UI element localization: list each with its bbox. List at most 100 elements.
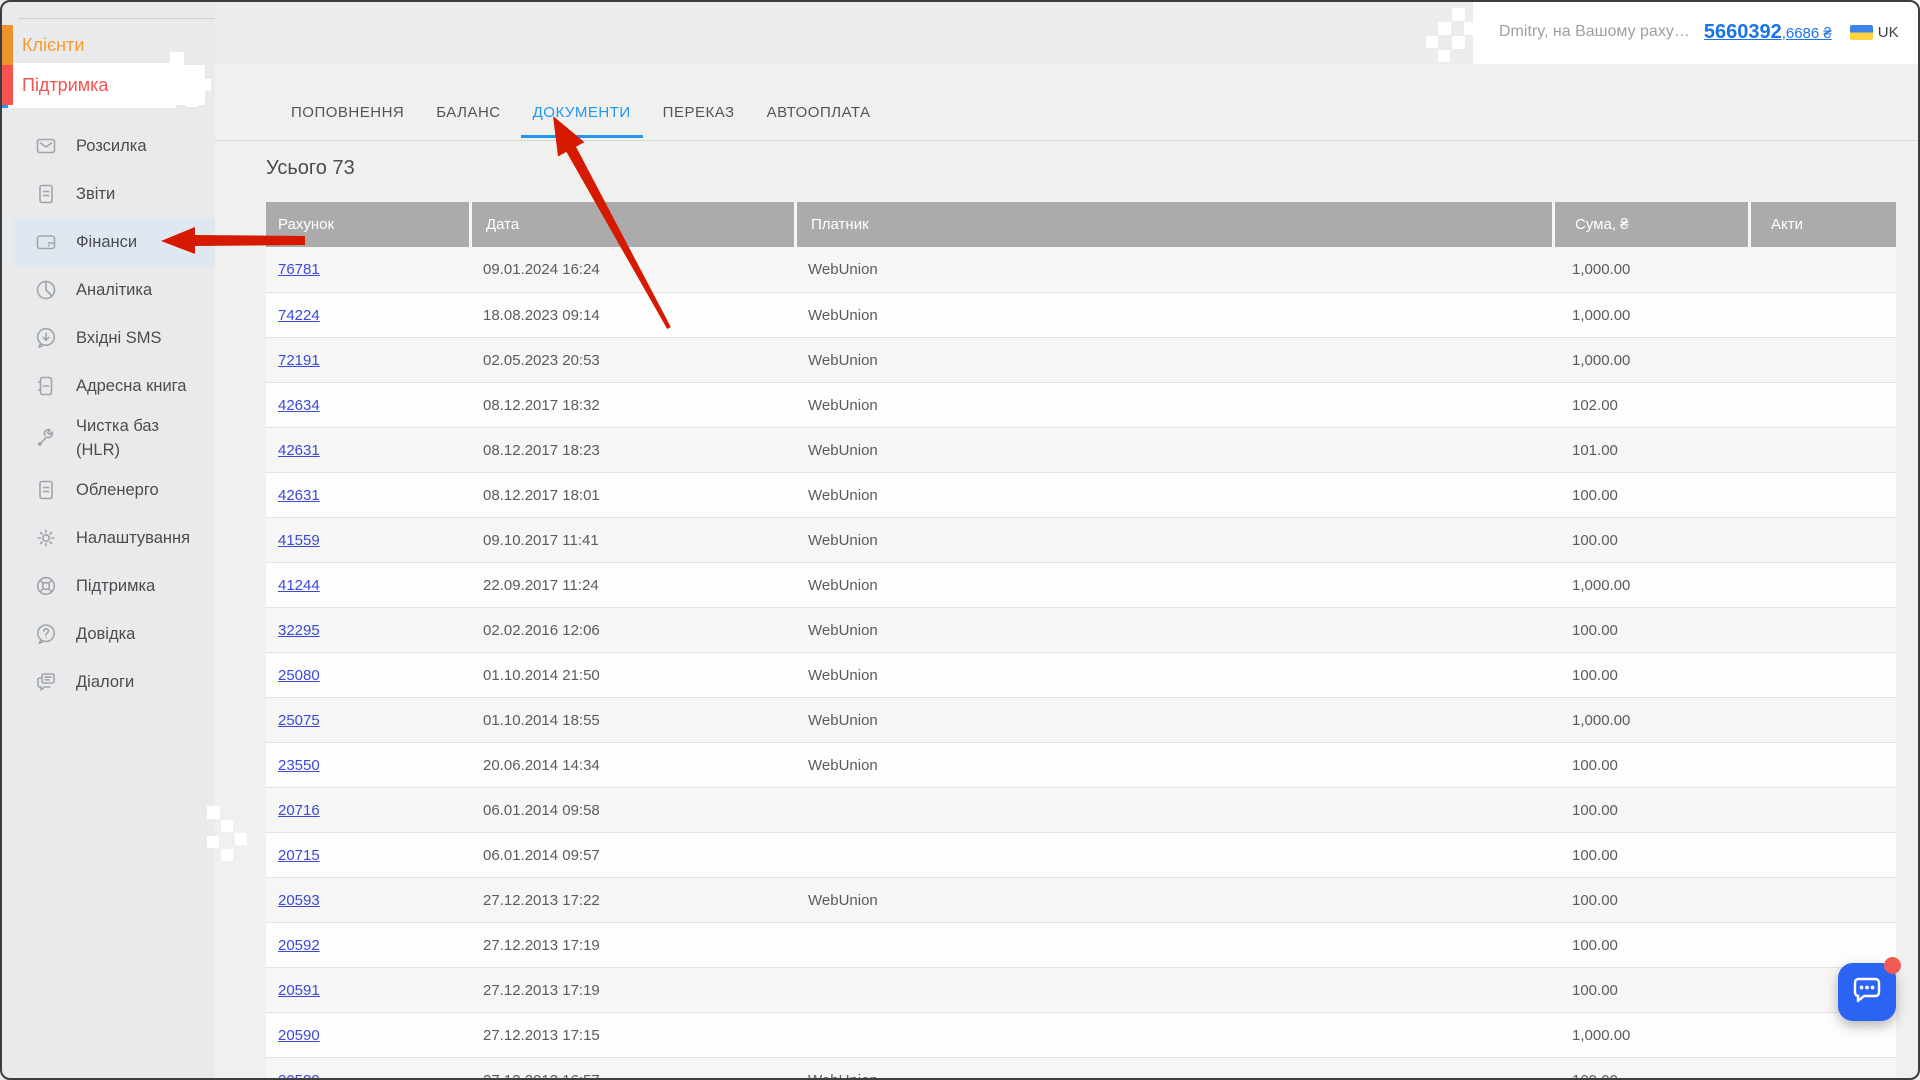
pixel-decoration: [1452, 36, 1465, 49]
date-cell: 02.05.2023 20:53: [483, 351, 600, 369]
topbar-account-panel: Dmitry, на Вашому раху… 5660392,6686 ₴ U…: [1473, 0, 1920, 64]
account-link[interactable]: 20590: [278, 1027, 320, 1044]
amount-cell: 100.00: [1572, 936, 1618, 954]
sidebar-item-label: Аналітика: [76, 281, 153, 299]
sidebar-item-nalashtuvannia[interactable]: Налаштування: [0, 514, 215, 562]
account-link[interactable]: 42634: [278, 397, 320, 414]
account-link[interactable]: 25075: [278, 712, 320, 729]
balance-link[interactable]: 5660392,6686 ₴: [1704, 21, 1832, 44]
tab-balans[interactable]: БАЛАНС: [424, 90, 512, 138]
amount-cell: 100.00: [1572, 531, 1618, 549]
payer-cell: WebUnion: [808, 441, 878, 459]
sidebar-item-label: Діалоги: [76, 673, 135, 691]
date-cell: 08.12.2017 18:01: [483, 486, 600, 504]
sidebar: SMS Розсилка Звіти Фінанси Аналітика Вхі…: [0, 0, 247, 1080]
payer-cell: WebUnion: [808, 486, 878, 504]
table-row: 20715 06.01.2014 09:57 100.00: [266, 832, 1896, 877]
sidebar-item-adresna-knyha[interactable]: Адресна книга: [0, 362, 215, 410]
table-row: 42634 08.12.2017 18:32 WebUnion 102.00: [266, 382, 1896, 427]
sidebar-item-zvity[interactable]: Звіти: [0, 170, 215, 218]
table-row: 41244 22.09.2017 11:24 WebUnion 1,000.00: [266, 562, 1896, 607]
amount-cell: 1,000.00: [1572, 261, 1631, 278]
tab-popovnennia[interactable]: ПОПОВНЕННЯ: [279, 90, 416, 138]
date-cell: 06.01.2014 09:58: [483, 801, 600, 819]
table-row: 20591 27.12.2013 17:19 100.00: [266, 967, 1896, 1012]
account-link[interactable]: 74224: [278, 307, 320, 324]
account-link[interactable]: 20593: [278, 892, 320, 909]
ukraine-flag-icon: [1849, 24, 1873, 40]
account-link[interactable]: 32295: [278, 622, 320, 639]
table-header-row: Рахунок Дата Платник Сума, ₴ Акти: [266, 202, 1896, 247]
account-link[interactable]: 20592: [278, 937, 320, 954]
chat-widget-button[interactable]: [1838, 957, 1901, 1021]
table-row: 20716 06.01.2014 09:58 100.00: [266, 787, 1896, 832]
total-count-label: Усього 73: [266, 157, 355, 179]
logout-power-icon[interactable]: [1915, 20, 1920, 44]
account-link[interactable]: 20591: [278, 982, 320, 999]
pixel-decoration: [207, 836, 219, 848]
date-cell: 22.09.2017 11:24: [483, 576, 599, 594]
amount-cell: 100.00: [1572, 981, 1618, 999]
table-row: 74224 18.08.2023 09:14 WebUnion 1,000.00: [266, 292, 1896, 337]
sidebar-item-label: Розсилка: [76, 137, 147, 155]
date-cell: 02.02.2016 12:06: [483, 621, 600, 639]
user-greeting: Dmitry, на Вашому раху…: [1499, 23, 1690, 40]
payer-cell: WebUnion: [808, 531, 878, 549]
account-link[interactable]: 20589: [278, 1072, 320, 1079]
amount-cell: 100.00: [1572, 846, 1618, 864]
sidebar-nav: Розсилка Звіти Фінанси Аналітика Вхідні …: [0, 122, 215, 706]
table-row: 20589 27.12.2013 16:57 WebUnion 100.00: [266, 1057, 1896, 1079]
envelope-icon: [34, 134, 58, 158]
payer-cell: WebUnion: [808, 576, 878, 594]
amount-cell: 1,000.00: [1572, 306, 1631, 324]
pixel-decoration: [1464, 22, 1477, 35]
account-link[interactable]: 41244: [278, 577, 320, 594]
pixel-decoration: [1438, 50, 1450, 62]
topbar: Dmitry, на Вашому раху… 5660392,6686 ₴ U…: [215, 0, 1920, 64]
help-bubble-icon: [34, 622, 58, 646]
amount-cell: 100.00: [1572, 756, 1618, 774]
language-selector[interactable]: UK: [1878, 24, 1899, 41]
table-row: 20590 27.12.2013 17:15 1,000.00: [266, 1012, 1896, 1057]
address-book-icon: [34, 374, 58, 398]
annotation-arrow-finance: [161, 227, 305, 254]
amount-cell: 101.00: [1572, 441, 1618, 459]
sidebar-footer-item-label: Підтримка: [22, 74, 109, 95]
sidebar-item-pidtrymka[interactable]: Підтримка: [0, 562, 215, 610]
gear-icon: [34, 526, 58, 550]
sidebar-item-label: Підтримка: [76, 577, 156, 595]
tab-avtooplata[interactable]: АВТООПЛАТА: [755, 90, 883, 138]
account-link[interactable]: 41559: [278, 532, 320, 549]
sidebar-item-oblenergo[interactable]: Обленерго: [0, 466, 215, 514]
sidebar-footer-item-label: Клієнти: [22, 34, 85, 55]
payer-cell: WebUnion: [808, 621, 878, 639]
account-link[interactable]: 72191: [278, 352, 320, 369]
account-link[interactable]: 42631: [278, 442, 320, 459]
sidebar-item-vhidni-sms[interactable]: Вхідні SMS: [0, 314, 215, 362]
wrench-icon: [34, 426, 58, 450]
column-header-payer: Платник: [794, 202, 1552, 247]
table-row: 42631 08.12.2017 18:01 WebUnion 100.00: [266, 472, 1896, 517]
payer-cell: WebUnion: [808, 666, 878, 684]
sidebar-item-label: Вхідні SMS: [76, 329, 162, 347]
sidebar-item-chystka-baz-hlr[interactable]: Чистка баз (HLR): [0, 410, 215, 466]
pie-chart-icon: [34, 278, 58, 302]
sidebar-item-analityka[interactable]: Аналітика: [0, 266, 215, 314]
account-link[interactable]: 20715: [278, 847, 320, 864]
amount-cell: 102.00: [1572, 396, 1618, 414]
account-link[interactable]: 20716: [278, 802, 320, 819]
account-link[interactable]: 23550: [278, 757, 320, 774]
account-link[interactable]: 42631: [278, 487, 320, 504]
account-link[interactable]: 25080: [278, 667, 320, 684]
date-cell: 09.10.2017 11:41: [483, 531, 599, 549]
sidebar-item-dovidka[interactable]: Довідка: [0, 610, 215, 658]
sidebar-item-dialohy[interactable]: Діалоги: [0, 658, 215, 706]
payer-cell: WebUnion: [794, 1058, 1552, 1079]
amount-cell: 100.00: [1572, 486, 1618, 504]
pixel-decoration: [221, 849, 233, 861]
amount-cell: 100.00: [1572, 891, 1618, 909]
sidebar-item-rozsylka[interactable]: Розсилка: [0, 122, 215, 170]
table-row: 23550 20.06.2014 14:34 WebUnion 100.00: [266, 742, 1896, 787]
table-row: 20592 27.12.2013 17:19 100.00: [266, 922, 1896, 967]
account-link[interactable]: 76781: [278, 261, 320, 278]
